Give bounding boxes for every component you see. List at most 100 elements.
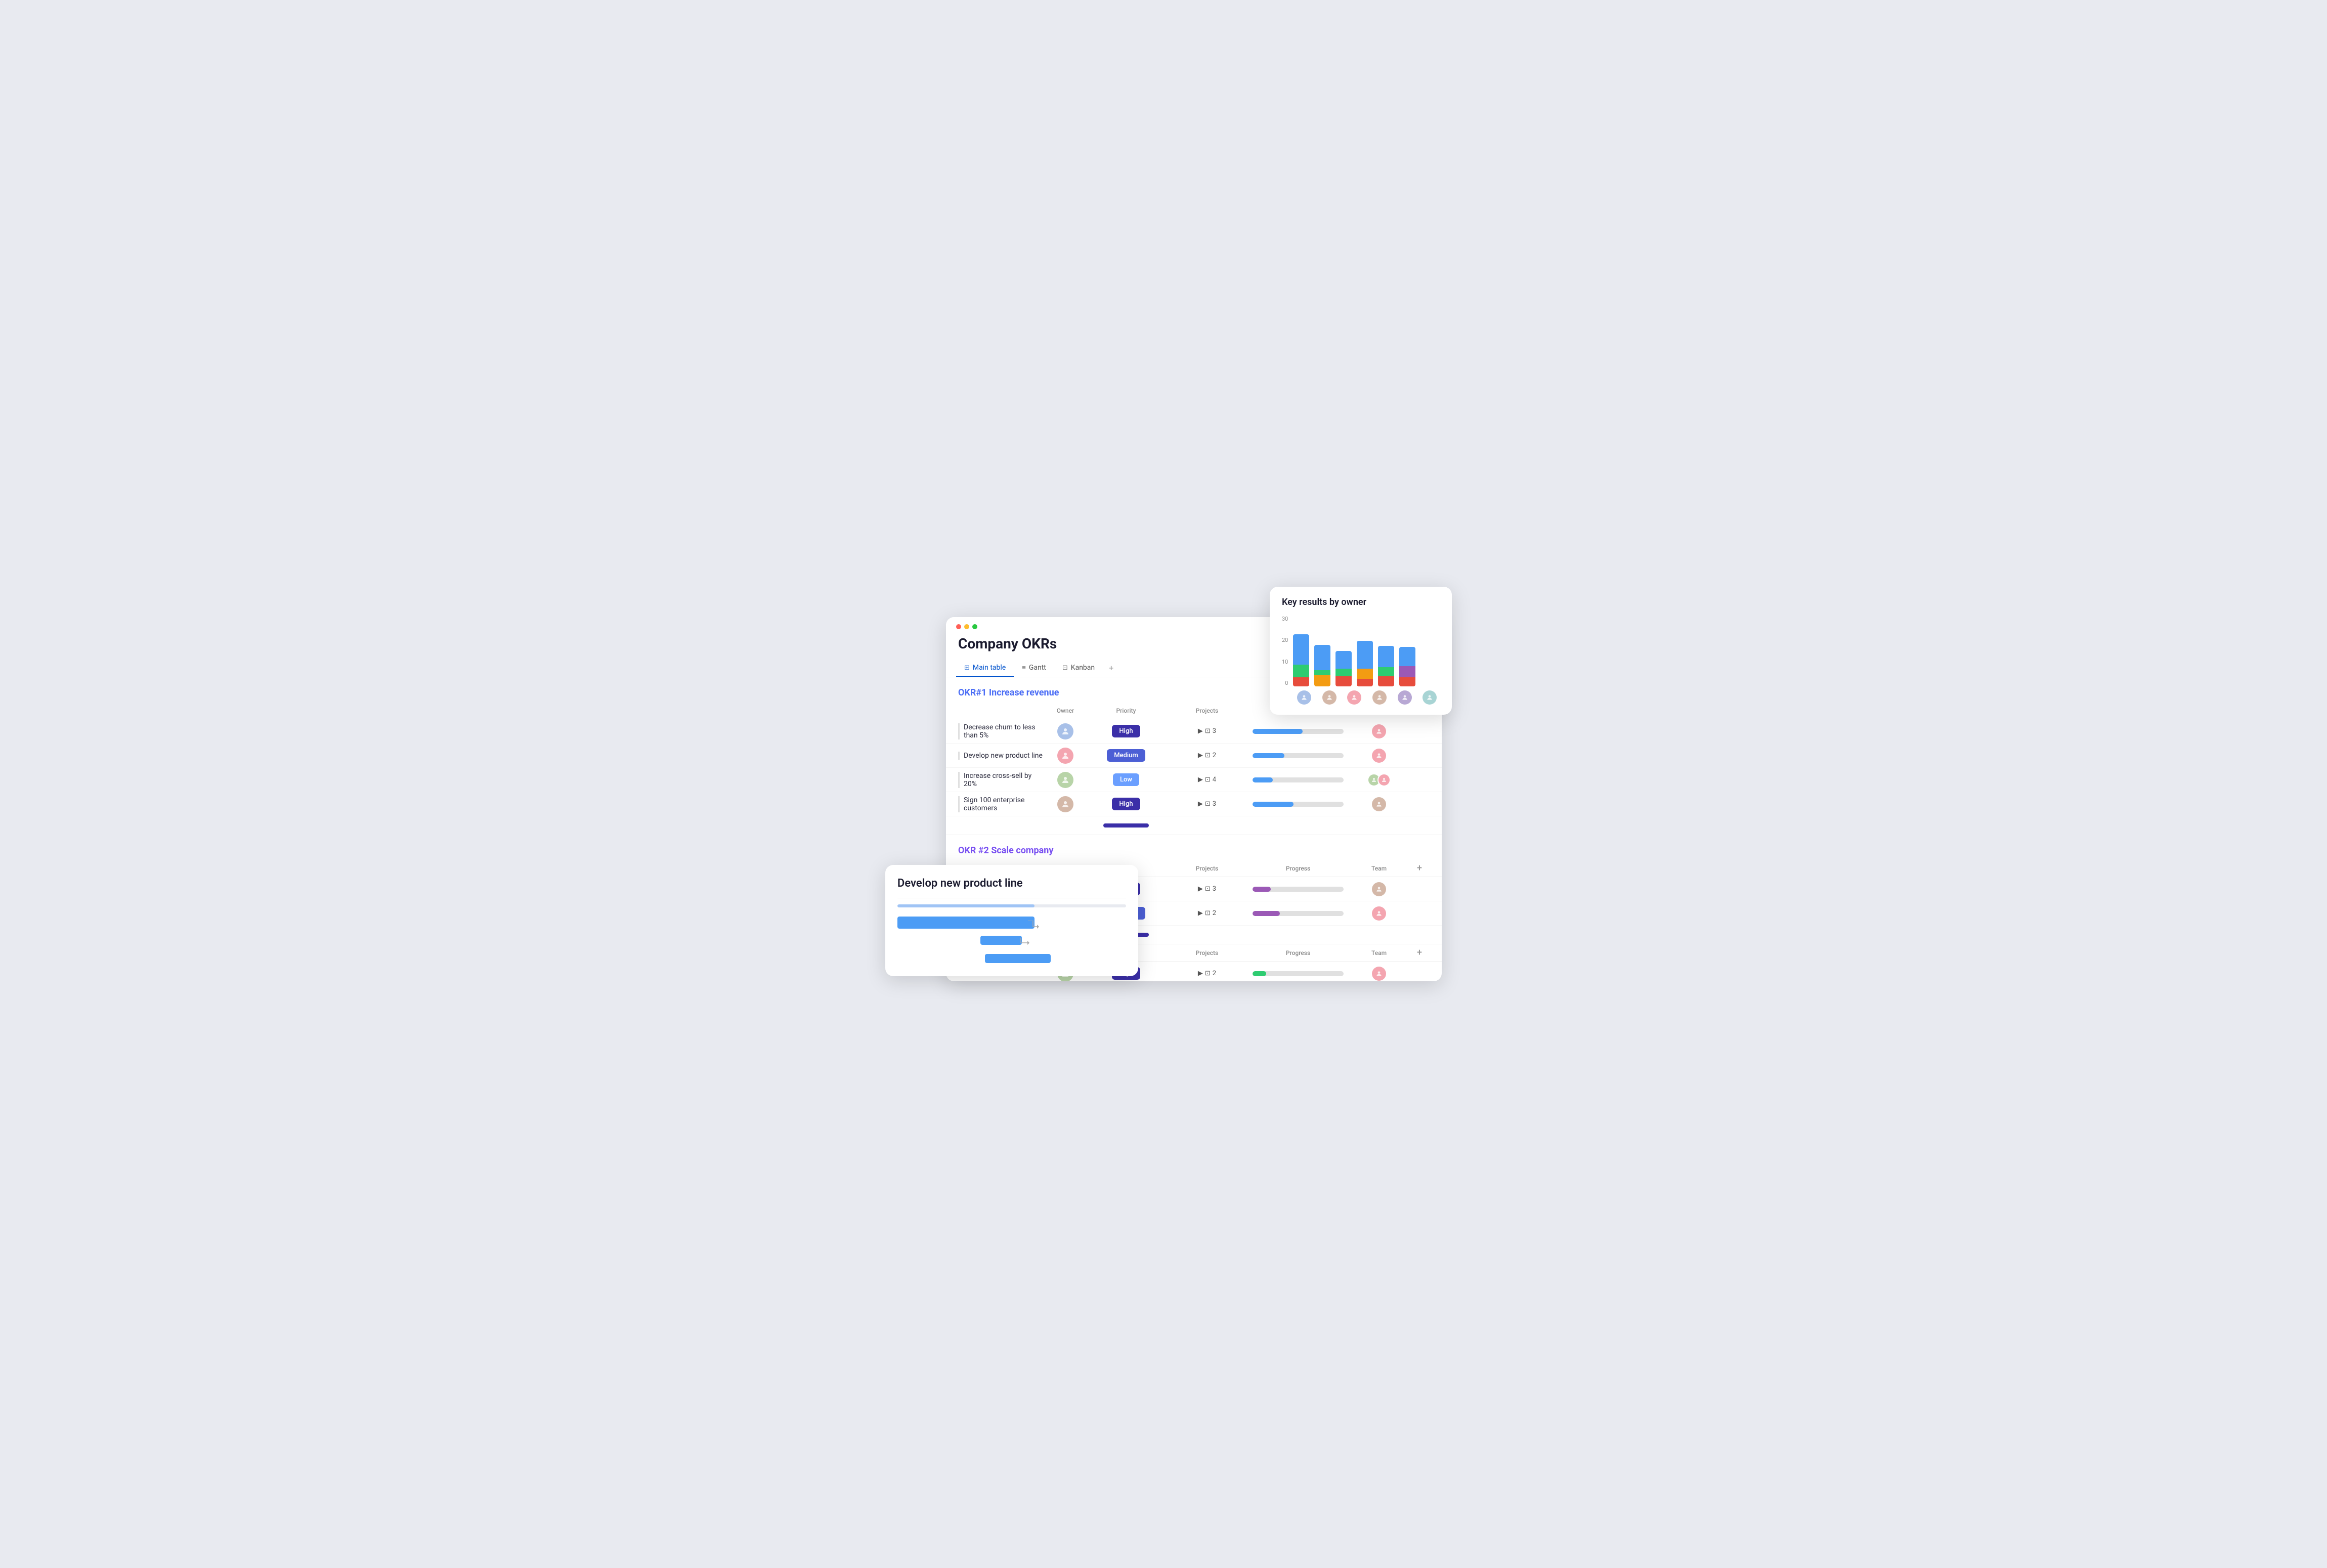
bar-segment-red [1357,679,1373,686]
team-cell [1349,967,1409,981]
priority-cell[interactable]: Medium [1086,749,1167,762]
progress-bar [1253,753,1344,758]
bar-segment-purple [1399,666,1415,677]
bar-segment-orange [1357,669,1373,679]
summary-bar [1103,823,1149,827]
progress-cell [1247,887,1349,892]
okr2-title[interactable]: OKR #2 Scale company [958,845,1053,856]
projects-cell[interactable]: ▶ ⊡ 3 [1167,727,1247,735]
progress-cell [1247,802,1349,807]
projects-count: 2 [1213,909,1216,917]
owner-cell [1045,772,1086,788]
table-icon: ⊞ [964,664,970,672]
owner-avatar[interactable] [1057,772,1073,788]
projects-cell[interactable]: ▶ ⊡ 4 [1167,776,1247,783]
add-column-button[interactable]: + [1409,863,1430,874]
chart-owner-avatar[interactable] [1372,690,1387,705]
bar-group[interactable] [1314,645,1330,686]
projects-icon: ⊡ [1205,885,1211,893]
team-cell [1349,773,1409,787]
bar-segment-blue [1399,647,1415,666]
progress-cell [1247,911,1349,916]
tab-main-table[interactable]: ⊞ Main table [956,660,1014,677]
tab-main-table-label: Main table [973,664,1006,672]
table-row: Increase cross-sell by 20% Low ▶ ⊡ 4 [946,768,1442,792]
stacked-bar [1293,634,1309,686]
gantt-sub-bar-row-2 [938,952,1126,966]
projects-cell[interactable]: ▶ ⊡ 2 [1167,752,1247,759]
gantt-popup-title: Develop new product line [897,877,1126,890]
owner-cell [1045,796,1086,812]
chart-avatar-row [1293,690,1440,705]
projects-arrow: ▶ [1198,800,1203,808]
owner-avatar[interactable] [1057,723,1073,739]
team-avatar [1372,882,1386,896]
tab-gantt[interactable]: ≡ Gantt [1014,660,1054,677]
chart-owner-avatar[interactable] [1347,690,1361,705]
team-cell [1349,906,1409,921]
dot-red[interactable] [956,624,961,629]
priority-cell[interactable]: High [1086,798,1167,810]
tab-kanban[interactable]: ⊡ Kanban [1054,660,1103,677]
chart-y-axis: 30 20 10 0 [1282,616,1290,686]
owner-cell [1045,748,1086,764]
bar-group[interactable] [1335,651,1352,686]
dot-green[interactable] [972,624,977,629]
owner-avatar[interactable] [1057,796,1073,812]
progress-fill [1253,887,1271,892]
col-projects: Projects [1167,865,1247,872]
progress-fill [1253,777,1273,782]
dot-yellow[interactable] [964,624,969,629]
team-cell [1349,882,1409,896]
priority-cell[interactable]: High [1086,725,1167,737]
add-column-button[interactable]: + [1409,947,1430,958]
bar-segment-blue [1293,634,1309,665]
progress-cell [1247,729,1349,734]
progress-fill [1253,753,1284,758]
projects-cell[interactable]: ▶ ⊡ 3 [1167,800,1247,808]
projects-cell[interactable]: ▶ ⊡ 2 [1167,970,1247,977]
priority-badge[interactable]: High [1112,725,1140,737]
bar-group[interactable] [1293,634,1309,686]
projects-icon: ⊡ [1205,909,1211,917]
gantt-timeline [897,898,1126,966]
bar-group[interactable] [1357,641,1373,686]
chart-owner-avatar[interactable] [1297,690,1311,705]
row-label: Develop new product line [958,752,1045,760]
gantt-sub-bar-row-1 [918,934,1126,948]
bar-segment-orange [1314,675,1330,686]
col-team: Team [1349,865,1409,872]
projects-icon: ⊡ [1205,800,1211,808]
chart-owner-avatar[interactable] [1423,690,1437,705]
progress-bar [1253,887,1344,892]
chart-owner-avatar[interactable] [1398,690,1412,705]
priority-badge[interactable]: Medium [1107,749,1145,762]
tab-add-button[interactable]: + [1103,659,1119,677]
row-label: Sign 100 enterprise customers [958,796,1045,812]
col-projects: Projects [1167,707,1247,714]
progress-cell [1247,971,1349,976]
page-wrapper: Company OKRs ⊞ Main table ≡ Gantt ⊡ Kanb… [885,587,1442,981]
progress-fill [1253,802,1294,807]
gantt-main-bar-row [897,916,1126,930]
okr1-title[interactable]: OKR#1 Increase revenue [958,687,1059,698]
projects-arrow: ▶ [1198,776,1203,783]
priority-badge[interactable]: Low [1113,773,1139,786]
projects-cell[interactable]: ▶ ⊡ 2 [1167,909,1247,917]
progress-cell [1247,777,1349,782]
chart-owner-avatar[interactable] [1322,690,1337,705]
bar-segment-blue [1335,651,1352,669]
chart-title: Key results by owner [1282,597,1440,607]
progress-bar [1253,911,1344,916]
col-progress: Progress [1247,865,1349,872]
priority-cell[interactable]: Low [1086,773,1167,786]
y-label: 30 [1282,616,1288,622]
bar-group[interactable] [1399,647,1415,686]
projects-cell[interactable]: ▶ ⊡ 3 [1167,885,1247,893]
bar-segment-red [1335,676,1352,686]
bar-group[interactable] [1378,646,1394,686]
bar-segment-green [1378,667,1394,676]
priority-badge[interactable]: High [1112,798,1140,810]
owner-avatar[interactable] [1057,748,1073,764]
team-avatar [1377,773,1391,787]
